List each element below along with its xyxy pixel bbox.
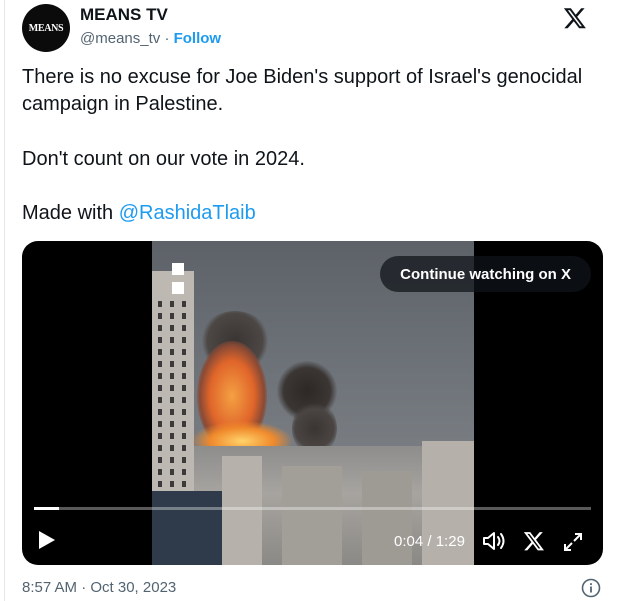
card-border [4,0,5,601]
x-logo-icon[interactable] [562,6,588,30]
tweet-paragraph-2: Don't count on our vote in 2024. [22,148,305,170]
video-building [222,456,262,565]
follow-button[interactable]: Follow [174,30,222,47]
play-icon[interactable] [38,530,56,550]
time-current: 0:04 [394,533,424,550]
video-building [282,466,342,565]
expand-icon[interactable] [562,531,584,553]
video-building [182,301,186,521]
video-building [158,301,162,521]
progress-bar[interactable] [34,507,591,510]
handle-row: @means_tv · Follow [80,30,221,47]
video-building [170,301,174,521]
handle[interactable]: @means_tv [80,30,160,47]
made-with-text: Made with [22,202,119,224]
x-logo-icon[interactable] [523,530,545,552]
time-display: 0:04 / 1:29 [394,533,465,550]
tweet-header: MEANS MEANS TV @means_tv · Follow [22,4,602,52]
video-player[interactable]: Continue watching on X 0:04 / 1:29 [22,241,603,565]
time-total: 1:29 [435,533,465,550]
continue-watching-button[interactable]: Continue watching on X [380,256,591,292]
video-building [152,491,222,565]
tweet-text: There is no excuse for Joe Biden's suppo… [22,64,592,227]
video-building [362,471,412,565]
volume-icon[interactable] [482,530,508,552]
tweet-paragraph-1: There is no excuse for Joe Biden's suppo… [22,66,583,115]
loading-indicator [172,263,184,275]
loading-indicator [172,282,184,294]
avatar[interactable]: MEANS [22,4,70,52]
time-separator: / [423,533,436,550]
separator: · [164,30,170,47]
tweet-paragraph-3: Made with @RashidaTlaib [22,200,592,227]
progress-fill [34,507,60,510]
mention-link[interactable]: @RashidaTlaib [119,202,256,224]
display-name[interactable]: MEANS TV [80,5,168,25]
info-icon[interactable] [581,578,601,598]
timestamp[interactable]: 8:57 AM · Oct 30, 2023 [22,579,176,596]
